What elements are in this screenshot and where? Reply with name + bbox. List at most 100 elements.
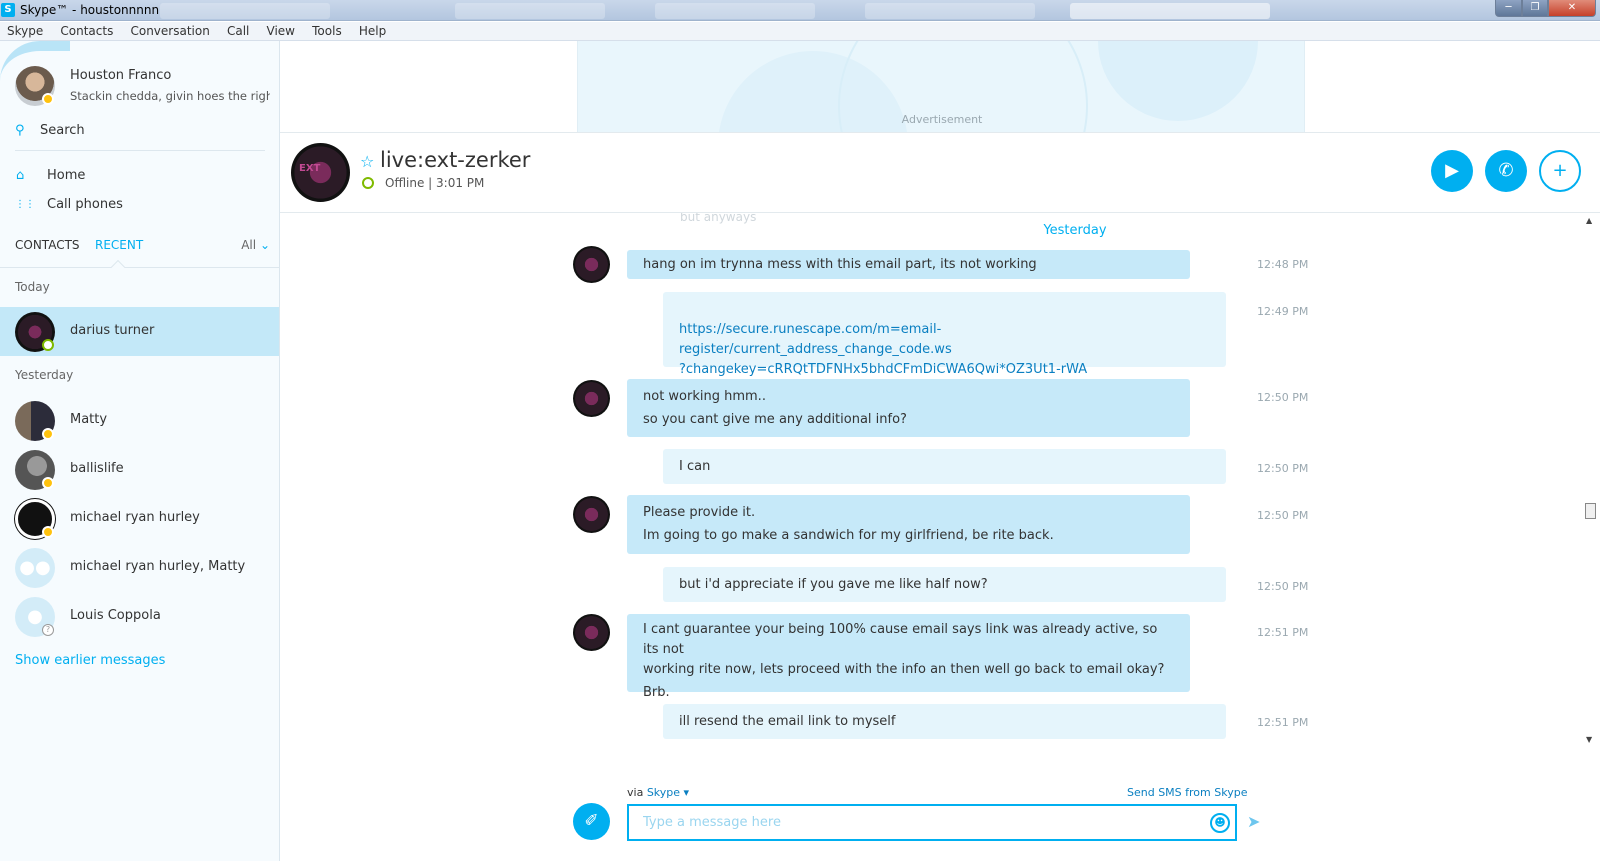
day-separator: Yesterday (1043, 223, 1107, 238)
profile-mood[interactable]: Stackin chedda, givin hoes the righ... (70, 89, 270, 103)
attach-button[interactable]: ✐ (573, 803, 610, 840)
message-scrollbar[interactable]: ▲ ▼ (1582, 213, 1600, 747)
voice-call-button[interactable]: ✆ (1485, 150, 1527, 192)
contact-name: Louis Coppola (70, 608, 161, 623)
contact-row-darius-turner[interactable]: darius turner (0, 307, 279, 356)
video-call-button[interactable]: ▶ (1431, 150, 1473, 192)
message-text: hang on im trynna mess with this email p… (643, 257, 1037, 272)
sender-avatar[interactable] (573, 496, 610, 533)
message-text: ill resend the email link to myself (679, 714, 896, 729)
offline-status-icon (362, 177, 374, 189)
contact-row-michael-ryan-hurley[interactable]: michael ryan hurley (0, 494, 279, 543)
message-text: Im going to go make a sandwich for my gi… (643, 528, 1054, 543)
message-bubble[interactable]: I can (663, 449, 1226, 484)
star-icon[interactable]: ☆ (360, 152, 374, 171)
message-bubble[interactable]: I cant guarantee your being 100% cause e… (627, 614, 1190, 700)
sender-avatar[interactable] (573, 380, 610, 417)
emoji-icon[interactable]: ☻ (1210, 813, 1230, 833)
minimize-button[interactable]: ─ (1495, 0, 1522, 17)
message-time: 12:51 PM (1257, 716, 1309, 729)
background-tab (1070, 3, 1270, 19)
active-tab-indicator (110, 259, 126, 275)
close-button[interactable]: ✕ (1548, 0, 1596, 17)
tabs-underline (0, 267, 280, 268)
nav-home[interactable]: ⌂ Home (15, 168, 265, 186)
home-icon: ⌂ (16, 168, 25, 183)
menu-call[interactable]: Call (227, 22, 249, 41)
phone-icon: ✆ (1498, 160, 1514, 181)
video-call-icon: ▶ (1445, 160, 1459, 181)
message-text: working rite now, lets proceed with the … (643, 662, 1165, 677)
filter-label: All (241, 238, 257, 252)
section-today: Today (15, 280, 50, 294)
conversation-avatar[interactable]: EXT (291, 143, 350, 202)
background-tab (655, 3, 815, 19)
profile-name[interactable]: Houston Franco (70, 68, 171, 83)
menu-conversation[interactable]: Conversation (130, 22, 209, 41)
profile-status-icon[interactable] (42, 93, 54, 105)
group-avatar-icon: ●● (15, 548, 55, 588)
menu-view[interactable]: View (267, 22, 295, 41)
conversation-name[interactable]: live:ext-zerker (380, 148, 530, 172)
message-bubble[interactable]: hang on im trynna mess with this email p… (627, 250, 1190, 279)
message-bubble[interactable]: ill resend the email link to myself (663, 704, 1226, 739)
message-link[interactable]: ?changekey=cRRQtTDFNHx5bhdCFmDiCWA6Qwi*O… (679, 360, 1210, 380)
contact-row-louis-coppola[interactable]: ● ? Louis Coppola (0, 592, 279, 641)
message-bubble[interactable]: not working hmm.. so you cant give me an… (627, 379, 1190, 437)
message-link[interactable]: https://secure.runescape.com/m=email-reg… (679, 320, 1210, 360)
tab-recent[interactable]: RECENT (95, 238, 143, 252)
message-bubble[interactable]: https://secure.runescape.com/m=email-reg… (663, 292, 1226, 377)
contact-row-ballislife[interactable]: ballislife (0, 445, 279, 494)
away-status-icon (42, 428, 54, 440)
skype-logo-icon: S (1, 3, 15, 17)
message-time: 12:50 PM (1257, 580, 1309, 593)
contact-name: michael ryan hurley (70, 510, 200, 525)
ad-label: Advertisement (901, 113, 983, 126)
message-bubble[interactable]: but i'd appreciate if you gave me like h… (663, 567, 1226, 602)
send-icon[interactable]: ➤ (1247, 812, 1260, 831)
menu-tools[interactable]: Tools (312, 22, 342, 41)
chevron-down-icon: ▾ (683, 786, 690, 799)
divider (15, 150, 265, 151)
avatar-art: EXT (299, 163, 321, 174)
message-list[interactable]: but anyways Yesterday hang on im trynna … (280, 213, 1580, 747)
sender-avatar[interactable] (573, 614, 610, 651)
nav-call-phones[interactable]: ⋮⋮ Call phones (15, 197, 265, 215)
message-time: 12:50 PM (1257, 391, 1309, 404)
dialpad-icon: ⋮⋮ (15, 199, 35, 210)
message-bubble[interactable]: Please provide it. Im going to go make a… (627, 495, 1190, 554)
search-button[interactable]: ⚲ Search (15, 123, 265, 141)
maximize-button[interactable]: ❐ (1522, 0, 1548, 17)
advertisement[interactable]: Advertisement (577, 41, 1305, 132)
via-selector[interactable]: via Skype ▾ (627, 786, 689, 799)
tab-contacts[interactable]: CONTACTS (15, 238, 80, 252)
message-text: Please provide it. (643, 505, 756, 520)
filter-dropdown[interactable]: All ⌄ (241, 238, 270, 252)
show-earlier-messages-link[interactable]: Show earlier messages (15, 653, 165, 668)
message-text: Brb. (643, 685, 670, 700)
menu-contacts[interactable]: Contacts (60, 22, 113, 41)
chevron-down-icon: ⌄ (259, 238, 270, 252)
contact-name: ballislife (70, 461, 124, 476)
send-sms-link[interactable]: Send SMS from Skype (1127, 786, 1247, 799)
away-status-icon (42, 477, 54, 489)
away-status-icon (42, 526, 54, 538)
add-people-button[interactable]: + (1539, 150, 1581, 192)
contact-row-group[interactable]: ●● michael ryan hurley, Matty (0, 543, 279, 592)
scroll-up-icon[interactable]: ▲ (1586, 216, 1592, 225)
home-label: Home (47, 168, 86, 183)
scroll-thumb[interactable] (1585, 503, 1596, 519)
ad-decoration (1098, 41, 1258, 121)
contact-row-matty[interactable]: Matty (0, 396, 279, 445)
message-text: I can (679, 459, 711, 474)
message-text: so you cant give me any additional info? (643, 412, 907, 427)
message-input[interactable] (627, 804, 1237, 841)
scroll-down-icon[interactable]: ▼ (1586, 735, 1592, 744)
message-text: not working hmm.. (643, 389, 766, 404)
menu-skype[interactable]: Skype (7, 22, 43, 41)
paperclip-icon: ✐ (584, 811, 599, 831)
background-tab (160, 3, 330, 19)
sender-avatar[interactable] (573, 246, 610, 283)
menu-help[interactable]: Help (359, 22, 386, 41)
window-title: Skype™ - houstonnnnn (20, 3, 160, 17)
